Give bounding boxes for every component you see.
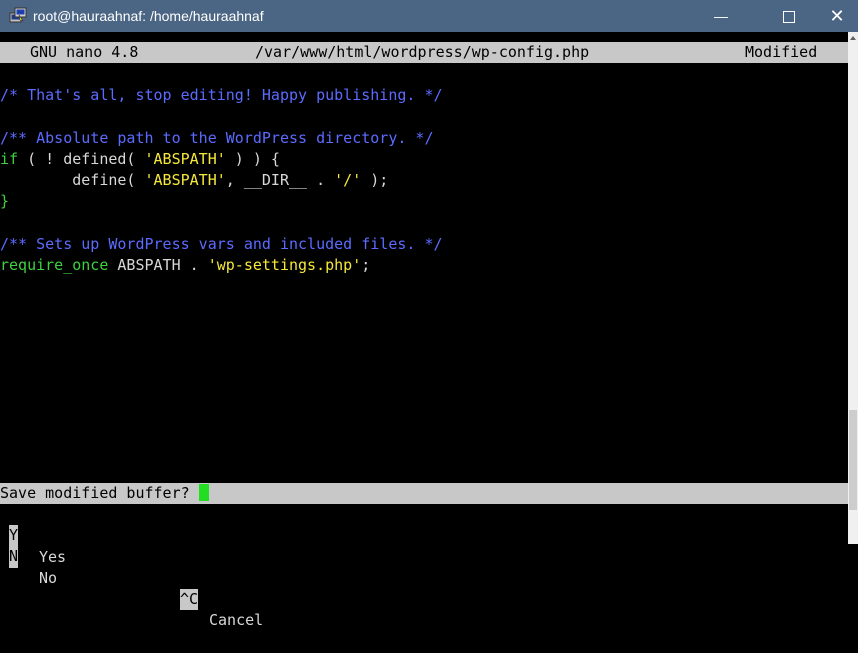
string-literal: '/'	[334, 171, 362, 189]
keyword: if	[0, 150, 19, 168]
code-line: if ( ! defined( 'ABSPATH' ) ) {	[0, 149, 848, 170]
window-title: root@hauraahnaf: /home/hauraahnaf	[33, 8, 264, 24]
prompt-option-row: N No ^C Cancel	[0, 525, 848, 629]
scroll-up-arrow-icon[interactable]	[850, 36, 856, 40]
code-text: , __DIR__ .	[225, 171, 335, 189]
minimize-icon: —	[714, 8, 728, 24]
prompt-option-row: Y Yes	[0, 504, 848, 566]
code-text: );	[361, 171, 389, 189]
save-prompt: Save modified buffer?	[0, 483, 848, 504]
code-line: /* That's all, stop editing! Happy publi…	[0, 86, 443, 104]
maximize-button[interactable]	[766, 0, 812, 32]
option-label-no[interactable]: No	[39, 568, 57, 589]
nano-version: GNU nano 4.8	[30, 43, 139, 61]
code-text: define(	[0, 171, 145, 189]
code-line: require_once ABSPATH . 'wp-settings.php'…	[0, 255, 848, 276]
option-label-cancel[interactable]: Cancel	[209, 610, 263, 631]
keyword: require_once	[0, 256, 109, 274]
text-cursor	[198, 484, 209, 501]
scrollbar-thumb[interactable]	[849, 410, 857, 510]
string-literal: 'ABSPATH'	[144, 171, 226, 189]
option-key-no[interactable]: N	[9, 546, 19, 568]
code-text: ABSPATH .	[108, 256, 208, 274]
prompt-text: Save modified buffer?	[0, 484, 199, 502]
terminal-area[interactable]: GNU nano 4.8 /var/www/html/wordpress/wp-…	[0, 32, 848, 629]
code-line: }	[0, 192, 10, 210]
code-line: define( 'ABSPATH', __DIR__ . '/' );	[0, 170, 848, 191]
option-label-yes[interactable]: Yes	[39, 547, 66, 568]
window-titlebar[interactable]: root@hauraahnaf: /home/hauraahnaf — ✕	[0, 0, 858, 32]
code-line: /** Absolute path to the WordPress direc…	[0, 129, 434, 147]
close-icon: ✕	[829, 6, 845, 26]
code-text: ;	[361, 256, 371, 274]
minimize-button[interactable]: —	[698, 0, 744, 32]
vertical-scrollbar[interactable]	[848, 32, 858, 544]
option-key-cancel[interactable]: ^C	[180, 588, 199, 611]
code-text: ) ) {	[225, 150, 280, 168]
close-button[interactable]: ✕	[814, 0, 858, 32]
nano-header: GNU nano 4.8 /var/www/html/wordpress/wp-…	[0, 42, 848, 63]
putty-icon	[9, 7, 27, 23]
string-literal: 'wp-settings.php'	[207, 256, 362, 274]
code-line: /** Sets up WordPress vars and included …	[0, 235, 443, 253]
code-text: ( ! defined(	[18, 150, 145, 168]
nano-filename: /var/www/html/wordpress/wp-config.php	[255, 43, 590, 61]
string-literal: 'ABSPATH'	[144, 150, 226, 168]
nano-status: Modified	[745, 43, 818, 61]
maximize-icon	[783, 11, 795, 24]
